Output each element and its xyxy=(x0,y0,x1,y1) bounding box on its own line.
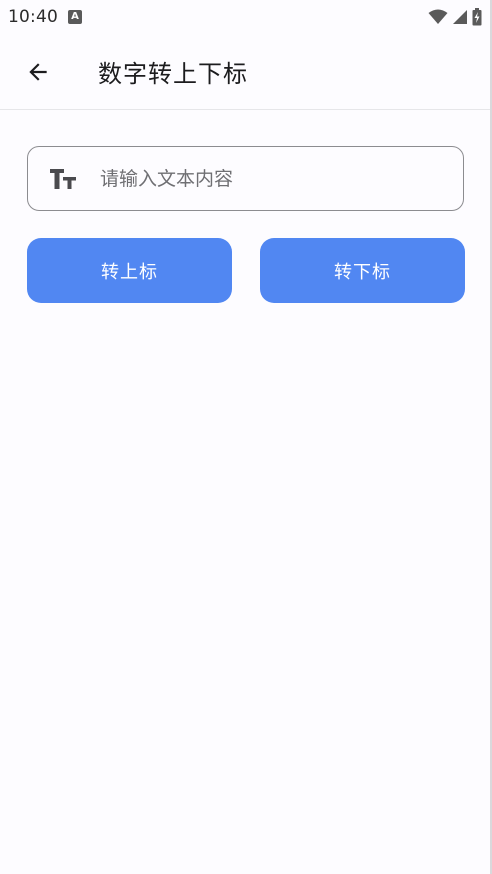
arrow-back-icon xyxy=(29,62,47,81)
status-right xyxy=(428,8,482,26)
text-input[interactable] xyxy=(98,147,463,210)
back-button[interactable] xyxy=(0,34,76,110)
text-input-field[interactable] xyxy=(27,146,464,211)
wifi-icon xyxy=(428,9,448,24)
notification-icon: A xyxy=(68,10,82,24)
cell-signal-icon xyxy=(453,10,467,24)
superscript-button[interactable]: 转上标 xyxy=(27,238,232,303)
status-bar: 10:40 A xyxy=(0,0,492,34)
text-fields-icon-wrap xyxy=(28,168,98,190)
status-time: 10:40 xyxy=(8,7,58,27)
app-bar: 数字转上下标 xyxy=(0,34,492,110)
text-fields-icon xyxy=(50,168,76,189)
status-left: 10:40 A xyxy=(8,7,82,27)
subscript-button[interactable]: 转下标 xyxy=(260,238,465,303)
battery-charging-icon xyxy=(472,8,482,26)
page-title: 数字转上下标 xyxy=(98,60,248,88)
screen: 10:40 A 数字转上下标 请输入文本内容 转上标 转下标 xyxy=(0,0,492,874)
